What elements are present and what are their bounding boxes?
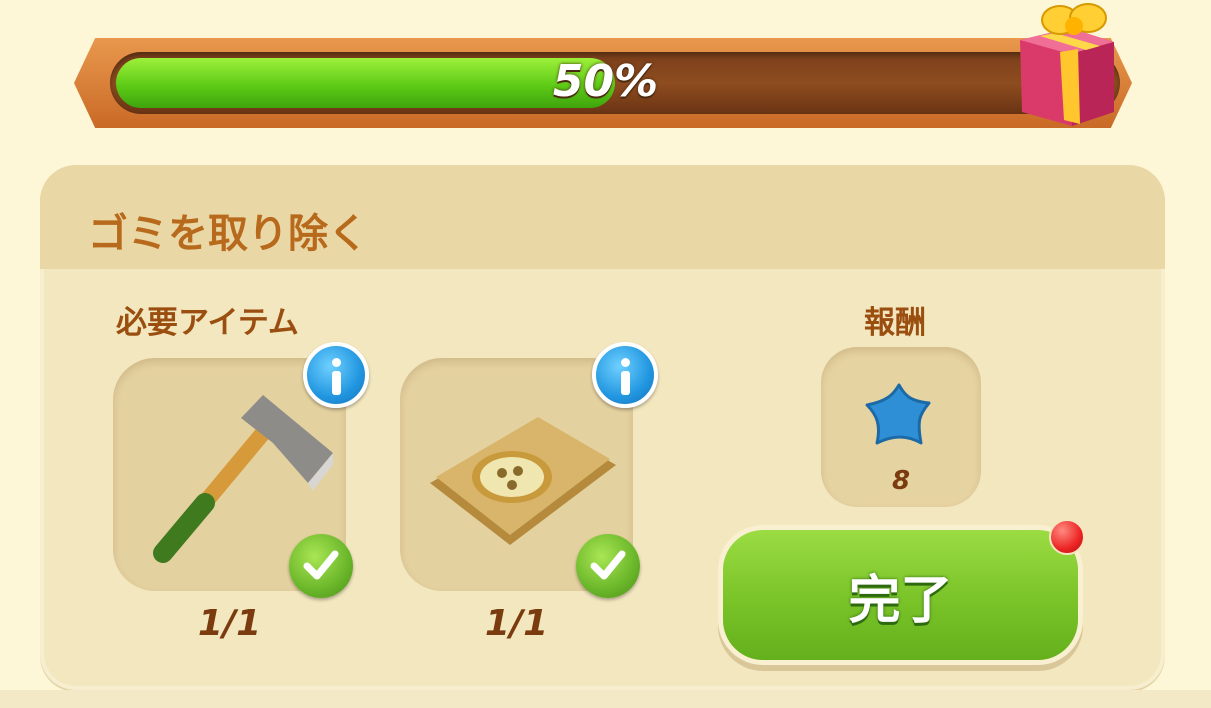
info-icon[interactable] [303, 342, 369, 408]
blue-star-icon [865, 383, 931, 445]
checkmark-icon [576, 534, 640, 598]
notification-badge [1049, 519, 1085, 555]
checkmark-icon [289, 534, 353, 598]
quest-title: ゴミを取り除く [88, 211, 368, 257]
gift-box-icon[interactable] [1010, 0, 1120, 128]
bottom-strip [0, 690, 1211, 708]
info-icon[interactable] [592, 342, 658, 408]
required-items-label: 必要アイテム [116, 305, 299, 341]
reward-label: 報酬 [864, 305, 926, 341]
item-count: 1/1 [484, 603, 549, 644]
item-count: 1/1 [197, 603, 262, 644]
reward-count: 8 [891, 466, 911, 496]
complete-button[interactable]: 完了 [723, 530, 1078, 660]
